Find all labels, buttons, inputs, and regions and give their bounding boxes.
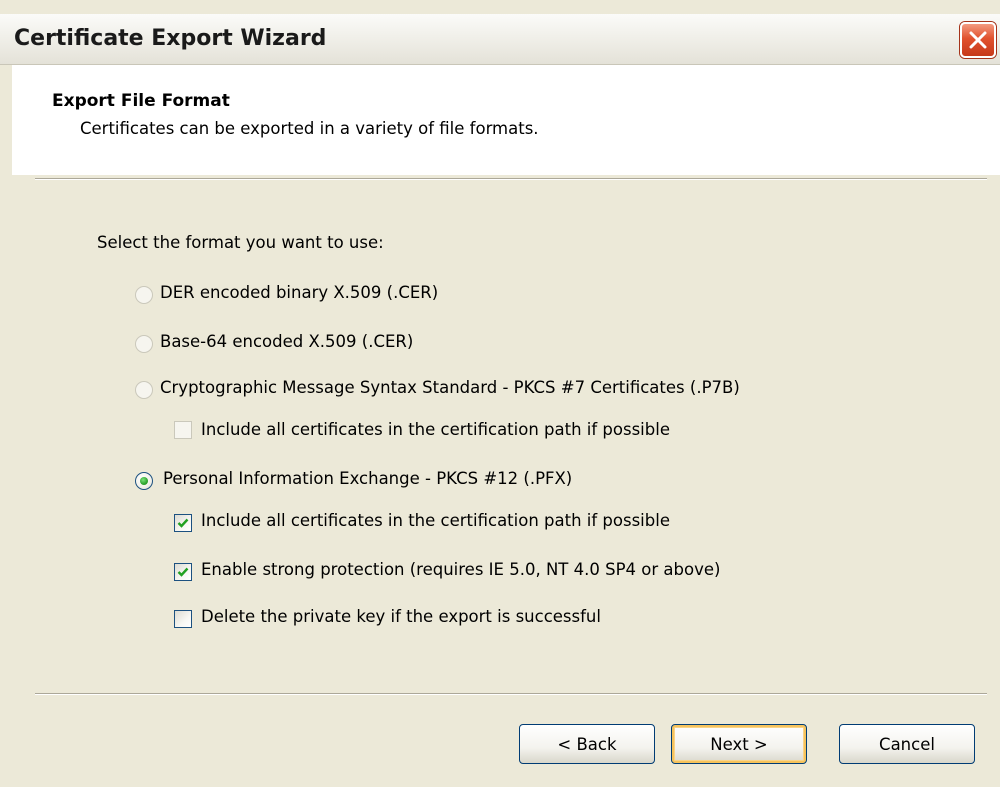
page-subtitle: Certificates can be exported in a variet… (80, 119, 539, 138)
close-icon (969, 31, 987, 49)
checkbox-pfx-include-all[interactable] (174, 514, 192, 532)
footer-divider (35, 693, 987, 695)
cancel-button[interactable]: Cancel (839, 724, 975, 764)
radio-pkcs7-label: Cryptographic Message Syntax Standard - … (160, 378, 740, 397)
format-prompt: Select the format you want to use: (97, 233, 384, 252)
header-divider (35, 178, 987, 180)
radio-base64-label: Base-64 encoded X.509 (.CER) (160, 332, 414, 351)
radio-selected-dot-icon (140, 477, 148, 485)
window-left-edge (0, 65, 12, 787)
checkbox-pfx-include-all-label: Include all certificates in the certific… (201, 511, 670, 530)
checkbox-strong-protection-label: Enable strong protection (requires IE 5.… (201, 560, 721, 579)
radio-pfx-label: Personal Information Exchange - PKCS #12… (163, 469, 573, 488)
radio-base64[interactable] (135, 335, 153, 353)
back-button[interactable]: < Back (519, 724, 655, 764)
checkbox-delete-private-key-label: Delete the private key if the export is … (201, 607, 601, 626)
title-bar[interactable]: Certificate Export Wizard (0, 14, 1000, 65)
check-mark-icon (177, 518, 189, 528)
check-mark-icon (177, 567, 189, 577)
radio-der-label: DER encoded binary X.509 (.CER) (160, 283, 439, 302)
window-title: Certificate Export Wizard (14, 26, 327, 51)
checkbox-pkcs7-include-all-label: Include all certificates in the certific… (201, 420, 670, 439)
checkbox-delete-private-key[interactable] (174, 610, 192, 628)
close-button[interactable] (960, 22, 996, 58)
radio-pkcs7[interactable] (135, 381, 153, 399)
checkbox-strong-protection[interactable] (174, 563, 192, 581)
radio-der[interactable] (135, 286, 153, 304)
checkbox-pkcs7-include-all[interactable] (174, 421, 192, 439)
page-title: Export File Format (52, 91, 230, 111)
next-button[interactable]: Next > (671, 724, 807, 764)
radio-pfx[interactable] (135, 472, 153, 490)
wizard-window: Certificate Export Wizard Export File Fo… (0, 0, 1000, 787)
wizard-header: Export File Format Certificates can be e… (12, 65, 1000, 175)
